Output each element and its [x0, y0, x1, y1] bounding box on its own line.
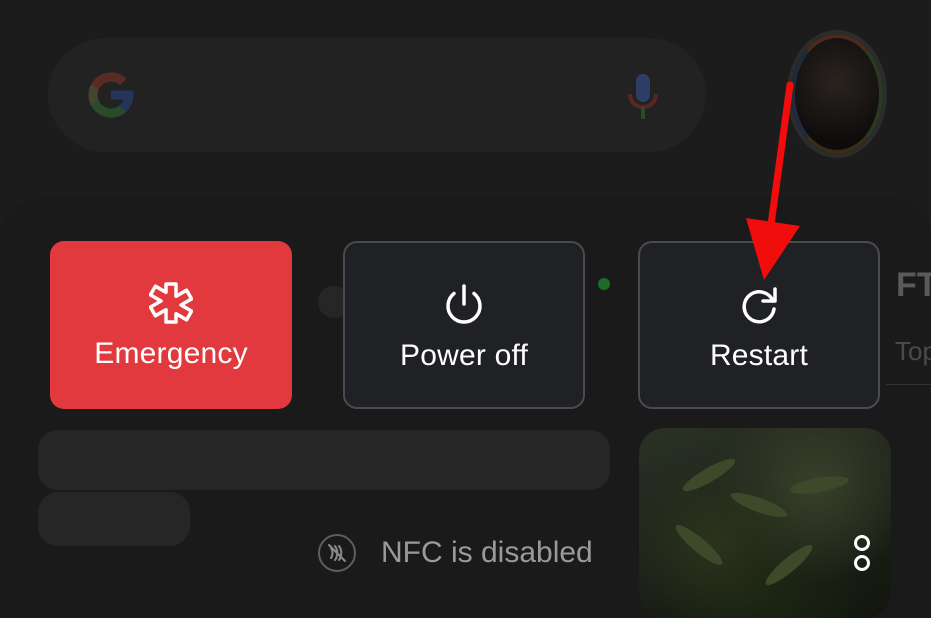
nfc-status-text: NFC is disabled: [381, 536, 593, 569]
news-thumbnail-image[interactable]: [639, 428, 891, 618]
power-icon: [446, 284, 482, 324]
microphone-icon[interactable]: [626, 72, 660, 122]
emergency-label: Emergency: [94, 337, 248, 370]
power-off-label: Power off: [400, 339, 528, 372]
nfc-status: NFC is disabled: [318, 533, 593, 573]
more-options-icon[interactable]: [852, 535, 872, 571]
google-g-icon: [88, 72, 134, 118]
restart-label: Restart: [709, 339, 809, 372]
feed-partial-subtitle: Top: [895, 336, 931, 366]
blurred-headline-line-1: [38, 430, 610, 490]
blurred-headline-line-2: [38, 492, 190, 546]
emergency-button[interactable]: Emergency: [50, 241, 292, 409]
power-off-button[interactable]: Power off: [343, 241, 585, 409]
restart-icon: [742, 287, 777, 324]
feed-divider: [886, 384, 931, 385]
google-search-bar[interactable]: [48, 38, 706, 152]
nfc-disabled-icon: [318, 534, 356, 572]
feed-partial-title: FT: [896, 266, 931, 304]
live-indicator-dot: [598, 278, 610, 290]
account-avatar[interactable]: [787, 30, 887, 158]
restart-button[interactable]: Restart: [638, 241, 880, 409]
medical-asterisk-icon: [149, 282, 193, 324]
